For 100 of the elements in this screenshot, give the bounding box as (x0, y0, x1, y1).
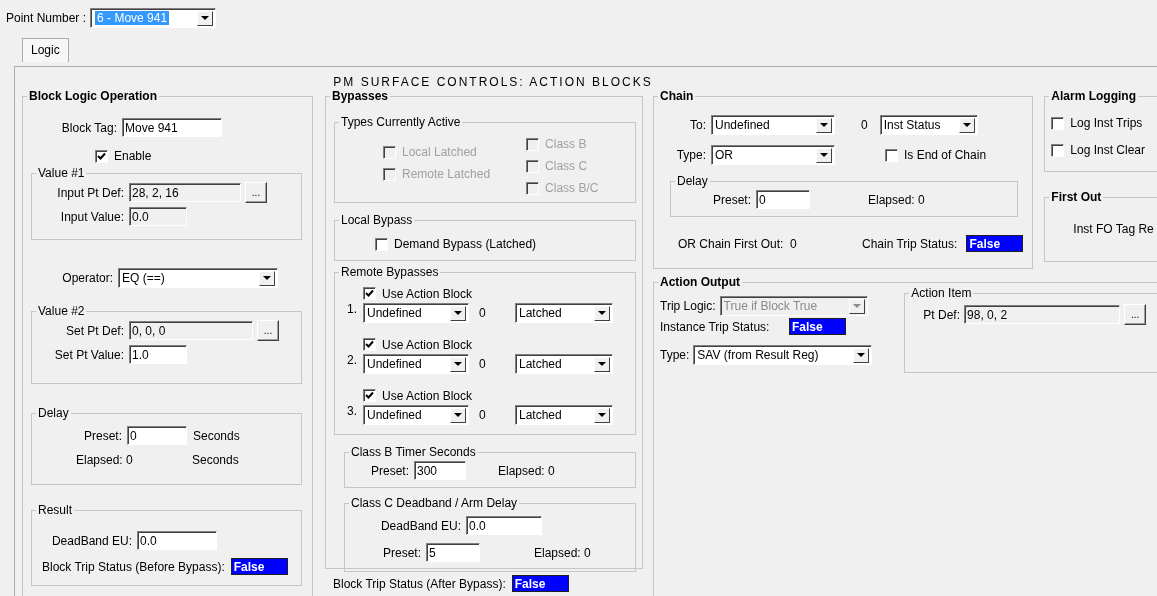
group-title: Action Output (659, 275, 741, 289)
group-title: Value #1 (37, 166, 86, 180)
field-label: Preset: (382, 545, 421, 560)
caret-icon (958, 117, 975, 133)
group-title: Block Logic Operation (28, 89, 158, 103)
group-title: Delay (37, 406, 70, 420)
first-out-text: OR Chain First Out: 0 (678, 236, 798, 251)
text-field[interactable]: 0 (127, 426, 187, 445)
browse-button[interactable]: ... (245, 182, 267, 203)
group-title: Class C Deadband / Arm Delay (350, 496, 519, 510)
checkbox[interactable] (375, 237, 388, 251)
elapsed-text: Elapsed: 0 (75, 453, 134, 467)
text-field[interactable]: 300 (414, 461, 466, 480)
caret-icon (259, 270, 275, 286)
group-title: Result (37, 503, 73, 517)
dropdown[interactable]: OR (711, 145, 835, 165)
dropdown[interactable]: Undefined (711, 115, 835, 135)
checkbox-label: Use Action Block (382, 286, 473, 301)
field-label: Point Number : (6, 11, 87, 25)
browse-button[interactable]: ... (1124, 304, 1147, 325)
status-label: Block Trip Status (After Bypass): (333, 576, 506, 591)
caret-icon (450, 305, 466, 321)
group-title: Local Bypass (340, 213, 414, 227)
text-field[interactable]: 1.0 (129, 345, 187, 364)
elapsed-text: Elapsed: 0 (498, 463, 555, 478)
group-title: Chain (659, 89, 695, 103)
count-text: 0 (861, 118, 868, 132)
text-field[interactable]: 28, 2, 16 (129, 183, 241, 202)
field-label: To: (689, 118, 706, 132)
field-label: Trip Logic: (660, 299, 716, 313)
elapsed-text: Elapsed: 0 (868, 192, 925, 207)
checkbox[interactable] (363, 287, 376, 300)
elapsed-text: Elapsed: 0 (534, 545, 591, 560)
field-label: Preset: (370, 463, 409, 478)
item-number: 3. (346, 403, 358, 418)
checkbox-label: Enable (114, 149, 152, 163)
text-field[interactable]: 0.0 (129, 207, 187, 226)
dropdown[interactable]: Undefined (363, 354, 469, 374)
caret-icon (816, 117, 832, 133)
status-label: Block Trip Status (Before Bypass): (42, 559, 225, 574)
checkbox-label: Log Inst Clear (1070, 143, 1145, 157)
text-field[interactable]: 5 (426, 543, 480, 562)
group-title: Alarm Logging (1050, 89, 1137, 103)
status-indicator: False (789, 318, 846, 335)
group-title: Remote Bypasses (340, 265, 440, 279)
field-label: Operator: (61, 271, 113, 285)
field-label: Type: (675, 148, 706, 162)
dropdown[interactable]: Inst Status (879, 115, 978, 135)
checkbox[interactable] (363, 389, 376, 402)
dropdown[interactable]: Undefined (363, 405, 469, 425)
text-field[interactable]: 0 (756, 190, 810, 209)
checkbox[interactable] (1051, 143, 1065, 157)
caret-icon (594, 356, 610, 372)
text-field[interactable]: 98, 0, 2 (964, 305, 1121, 324)
field-label: Set Pt Value: (53, 347, 124, 362)
checkbox[interactable] (95, 149, 108, 163)
field-label: Block Tag: (60, 120, 117, 135)
count-text: 0 (478, 408, 487, 422)
field-label: Input Pt Def: (56, 185, 124, 200)
dropdown[interactable]: EQ (==) (118, 268, 278, 288)
group-title: First Out (1050, 190, 1103, 204)
caret-icon (197, 10, 214, 26)
field-label: Preset: (83, 428, 122, 443)
checkbox-label: Demand Bypass (Latched) (394, 237, 537, 251)
caret-icon (594, 407, 610, 423)
dropdown[interactable]: Latched (515, 303, 613, 323)
status-indicator: False (511, 575, 569, 592)
count-text: 0 (478, 306, 487, 320)
checkbox[interactable] (1051, 116, 1065, 130)
group-title: Action Item (910, 286, 973, 300)
unit-label: Seconds (193, 428, 240, 443)
checkbox[interactable] (885, 148, 898, 162)
checkbox-label: Local Latched (402, 145, 477, 159)
group-title: Delay (676, 174, 709, 188)
item-number: 1. (346, 301, 358, 316)
text-field[interactable]: 0.0 (466, 516, 542, 535)
checkbox-label: Log Inst Trips (1070, 116, 1143, 130)
text-field[interactable]: 0.0 (137, 531, 217, 550)
browse-button[interactable]: ... (257, 320, 279, 341)
field-label: DeadBand EU: (50, 533, 132, 548)
group-title: Value #2 (37, 304, 86, 318)
text-field[interactable]: 0, 0, 0 (129, 321, 253, 340)
checkbox[interactable] (363, 338, 376, 351)
status-indicator: False (966, 235, 1024, 252)
group-title: Class B Timer Seconds (350, 445, 477, 459)
panel-heading: PM SURFACE CONTROLS: ACTION BLOCKS (332, 75, 654, 89)
field-label: Set Pt Def: (64, 323, 124, 338)
dropdown[interactable]: SAV (from Result Reg) (693, 345, 873, 365)
field-label: Pt Def: (923, 307, 961, 322)
dropdown[interactable]: Latched (515, 405, 613, 425)
caret-icon (816, 147, 832, 163)
checkbox-label: Is End of Chain (904, 148, 987, 162)
text-field[interactable]: Move 941 (122, 118, 222, 137)
status-indicator: False (230, 558, 288, 575)
dropdown[interactable]: Undefined (363, 303, 469, 323)
checkbox-label: Class C (545, 159, 588, 173)
dropdown[interactable]: Latched (515, 354, 613, 374)
tab[interactable]: Logic (22, 38, 69, 62)
group-title: Types Currently Active (340, 115, 462, 129)
caret-icon (450, 356, 466, 372)
